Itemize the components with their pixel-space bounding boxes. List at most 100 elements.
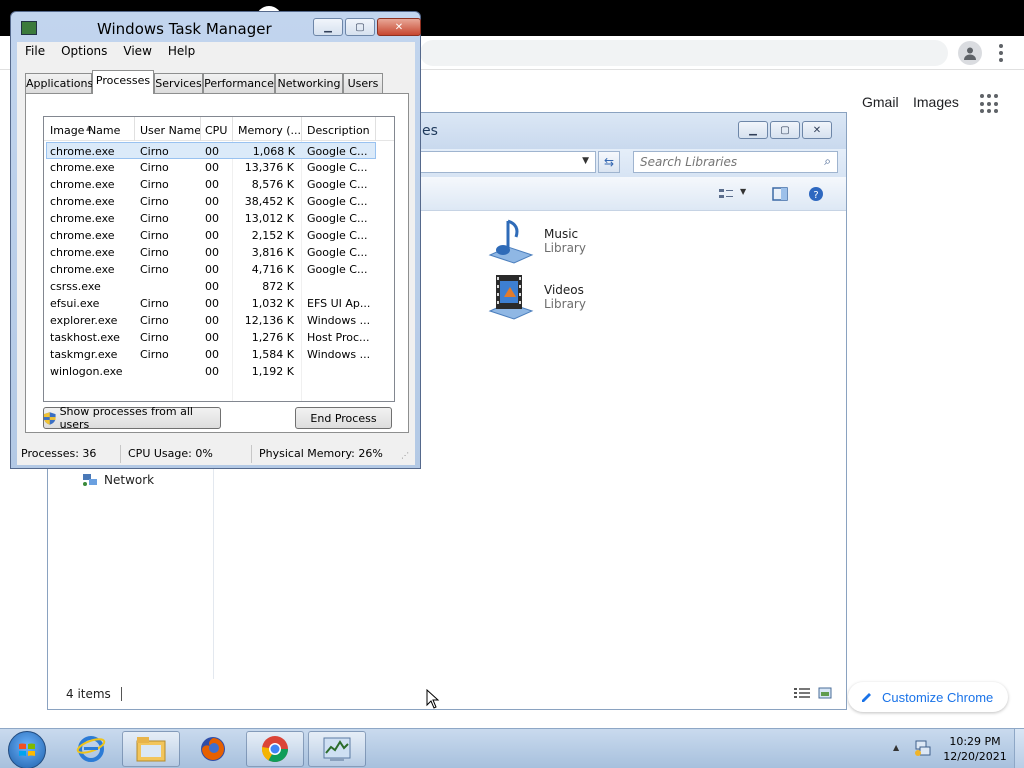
table-row[interactable]: chrome.exe Cirno 00 13,012 K Google C... [44, 210, 394, 227]
table-row[interactable]: chrome.exe Cirno 00 38,452 K Google C... [44, 193, 394, 210]
process-memory: 1,068 K [252, 145, 295, 158]
search-input[interactable] [634, 152, 804, 172]
task-manager-app-icon [21, 21, 37, 35]
table-row[interactable]: chrome.exe Cirno 00 1,068 K Google C... [46, 142, 376, 159]
details-view-icon[interactable] [794, 687, 810, 699]
tab-users[interactable]: Users [343, 73, 383, 93]
column-user-name[interactable]: User Name [140, 124, 201, 137]
process-memory: 13,376 K [244, 161, 294, 174]
show-all-processes-label: Show processes from all users [59, 405, 193, 431]
process-memory: 872 K [262, 280, 294, 293]
library-type: Library [544, 241, 586, 255]
close-button[interactable]: ✕ [802, 121, 832, 139]
table-row[interactable]: taskhost.exe Cirno 00 1,276 K Host Proc... [44, 329, 394, 346]
large-icons-view-icon[interactable] [818, 686, 832, 700]
gmail-link[interactable]: Gmail [862, 94, 899, 110]
kebab-menu-icon[interactable] [993, 41, 1009, 65]
refresh-icon[interactable]: ⇆ [598, 151, 620, 173]
omnibox[interactable] [420, 40, 948, 66]
network-icon [83, 474, 97, 486]
table-row[interactable]: chrome.exe Cirno 00 3,816 K Google C... [44, 244, 394, 261]
table-row[interactable]: explorer.exe Cirno 00 12,136 K Windows ... [44, 312, 394, 329]
maximize-button[interactable]: ▢ [770, 121, 800, 139]
address-bar[interactable]: ▼ [418, 151, 596, 173]
table-row[interactable]: chrome.exe Cirno 00 4,716 K Google C... [44, 261, 394, 278]
clock-date: 12/20/2021 [943, 750, 1007, 763]
apps-grid-icon[interactable] [980, 94, 1000, 114]
column-description[interactable]: Description [307, 124, 370, 137]
process-description: Google C... [307, 195, 368, 208]
process-description: Windows ... [307, 314, 371, 327]
library-type: Library [544, 297, 586, 311]
status-cpu-usage: CPU Usage: 0% [128, 447, 213, 460]
resize-grip-icon[interactable]: ⋰ [401, 451, 409, 460]
process-description: Google C... [307, 145, 368, 158]
task-manager-icon[interactable] [308, 731, 366, 767]
tab-networking[interactable]: Networking [275, 73, 343, 93]
process-memory: 1,192 K [251, 365, 294, 378]
tab-applications[interactable]: Applications [25, 73, 93, 93]
network-tray-icon[interactable] [914, 739, 932, 757]
column-cpu[interactable]: CPU [205, 124, 227, 137]
firefox-icon[interactable] [184, 731, 242, 767]
preview-pane-icon[interactable] [772, 186, 788, 202]
library-name: Videos [544, 283, 584, 297]
start-orb-icon[interactable] [8, 731, 46, 768]
task-manager-body: Applications Processes Services Performa… [17, 62, 415, 444]
table-row[interactable]: chrome.exe Cirno 00 2,152 K Google C... [44, 227, 394, 244]
customize-chrome-button[interactable]: Customize Chrome [848, 682, 1008, 712]
file-explorer-icon[interactable] [122, 731, 180, 767]
minimize-button[interactable]: ▁ [313, 18, 343, 36]
table-row[interactable]: winlogon.exe 00 1,192 K [44, 363, 394, 380]
tab-performance[interactable]: Performance [203, 73, 275, 93]
process-list[interactable]: ▲ Image Name User Name CPU Memory (... D… [43, 116, 395, 402]
table-row[interactable]: csrss.exe 00 872 K [44, 278, 394, 295]
library-videos[interactable]: Videos Library [486, 273, 586, 321]
table-row[interactable]: chrome.exe Cirno 00 8,576 K Google C... [44, 176, 394, 193]
search-box[interactable]: ⌕ [633, 151, 838, 173]
show-desktop-button[interactable] [1014, 729, 1024, 768]
task-manager-titlebar: Windows Task Manager ▁ ▢ ✕ [11, 12, 421, 40]
tab-services[interactable]: Services [154, 73, 203, 93]
customize-chrome-label: Customize Chrome [882, 689, 994, 705]
tab-processes[interactable]: Processes [92, 70, 154, 94]
end-process-button[interactable]: End Process [295, 407, 392, 429]
images-link[interactable]: Images [913, 94, 959, 110]
close-button[interactable]: ✕ [377, 18, 421, 36]
taskbar: ▲ 10:29 PM 12/20/2021 [0, 728, 1024, 768]
process-memory: 12,136 K [244, 314, 294, 327]
nav-item-network[interactable]: Network [82, 473, 154, 487]
chevron-down-icon[interactable]: ▼ [582, 156, 589, 166]
process-description: Google C... [307, 161, 368, 174]
menu-options[interactable]: Options [53, 42, 115, 62]
show-hidden-icons-icon[interactable]: ▲ [893, 743, 899, 752]
view-options-icon[interactable] [718, 186, 734, 202]
show-all-processes-button[interactable]: Show processes from all users [43, 405, 221, 431]
view-dropdown-chevron-icon[interactable]: ▼ [740, 187, 746, 196]
table-row[interactable]: chrome.exe Cirno 00 13,376 K Google C... [44, 159, 394, 176]
internet-explorer-icon[interactable] [62, 731, 120, 767]
help-icon[interactable]: ? [808, 186, 824, 202]
menu-help[interactable]: Help [160, 42, 203, 62]
menu-view[interactable]: View [115, 42, 159, 62]
items-count: 4 items [66, 687, 122, 701]
column-memory[interactable]: Memory (... [238, 124, 301, 137]
search-icon[interactable]: ⌕ [824, 154, 831, 169]
pencil-icon [862, 693, 871, 702]
process-description: EFS UI Ap... [307, 297, 371, 310]
table-row[interactable]: taskmgr.exe Cirno 00 1,584 K Windows ... [44, 346, 394, 363]
minimize-button[interactable]: ▁ [738, 121, 768, 139]
system-clock[interactable]: 10:29 PM 12/20/2021 [940, 734, 1010, 764]
menu-file[interactable]: File [17, 42, 53, 62]
process-description: Google C... [307, 178, 368, 191]
column-image-name[interactable]: Image Name [50, 124, 120, 137]
maximize-button[interactable]: ▢ [345, 18, 375, 36]
process-memory: 1,584 K [251, 348, 294, 361]
task-manager-window: Windows Task Manager ▁ ▢ ✕ File Options … [10, 11, 421, 469]
chrome-icon[interactable] [246, 731, 304, 767]
explorer-status-bar: 4 items [48, 679, 846, 709]
profile-icon[interactable] [958, 41, 982, 65]
process-description: Google C... [307, 212, 368, 225]
table-row[interactable]: efsui.exe Cirno 00 1,032 K EFS UI Ap... [44, 295, 394, 312]
library-music[interactable]: Music Library [486, 217, 586, 265]
